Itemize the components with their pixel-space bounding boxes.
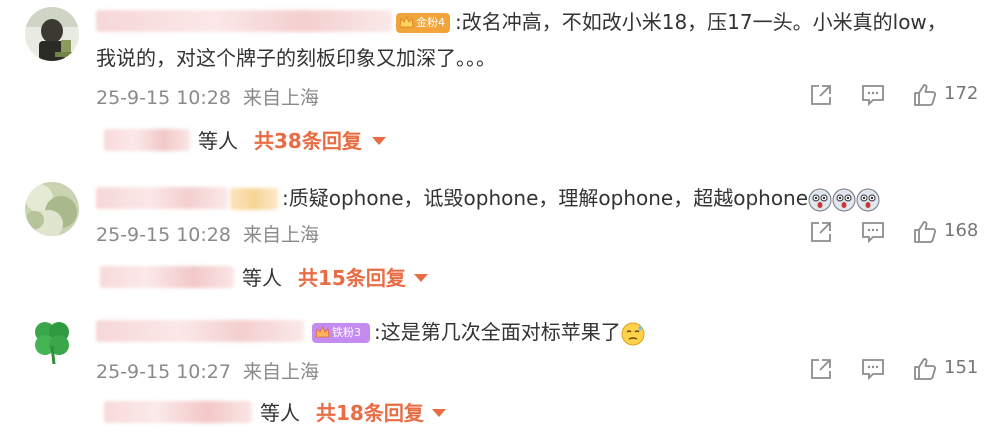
share-icon[interactable] (808, 356, 834, 382)
reply-summary[interactable]: 等人 共18条回复 (96, 397, 456, 427)
reply-usernames (104, 401, 252, 423)
like-count: 168 (944, 220, 979, 241)
like-count: 151 (944, 357, 979, 378)
fan-badge: 金粉4 (396, 13, 450, 33)
comment-text-continued: 我说的，对这个牌子的刻板印象又加深了。。。 (96, 46, 496, 70)
action-bar: 168 (808, 219, 998, 245)
reply-suffix: 等人 (260, 401, 300, 425)
reply-count-link[interactable]: 共38条回复 (254, 125, 362, 154)
action-bar: 172 (808, 82, 998, 108)
thumbs-up-icon[interactable] (912, 356, 938, 382)
comment-icon[interactable] (860, 356, 886, 382)
crown-icon (315, 326, 330, 338)
fan-badge: 铁粉3 (312, 323, 370, 343)
clover-avatar-image (25, 312, 79, 366)
fan-badge-label: 铁粉3 (332, 326, 361, 339)
username[interactable] (96, 187, 228, 209)
timestamp: 25-9-15 10:28 (96, 87, 231, 109)
comment-text: :改名冲高，不如改小米18，压17一头。小米真的low， (455, 10, 947, 34)
comment-item: 金粉4 :改名冲高，不如改小米18，压17一头。小米真的low， 我说的，对这个… (0, 0, 1000, 170)
reply-count-link[interactable]: 共15条回复 (298, 262, 406, 291)
avatar[interactable] (25, 312, 79, 366)
reply-summary[interactable]: 等人 共15条回复 (96, 262, 436, 292)
comment-meta: 25-9-15 10:28 来自上海 (96, 83, 319, 110)
comment-icon[interactable] (860, 82, 886, 108)
reply-usernames (104, 129, 190, 151)
comment-text: :这是第几次全面对标苹果了 (374, 316, 645, 349)
fan-badge-label: 金粉4 (416, 16, 445, 29)
comment-icon[interactable] (860, 219, 886, 245)
shocked-emoji-icon (856, 188, 880, 211)
reply-usernames (100, 266, 234, 288)
comment-item: 铁粉3 :这是第几次全面对标苹果了 25-9-15 10:27 来自上海 151… (0, 300, 1000, 439)
location: 来自上海 (243, 224, 320, 246)
comment-text: :质疑ophone，诋毁ophone，理解ophone，超越ophone (282, 182, 880, 215)
location: 来自上海 (243, 87, 320, 109)
like-count: 172 (944, 83, 979, 104)
timestamp: 25-9-15 10:27 (96, 361, 231, 383)
fan-badge-blurred (230, 188, 278, 210)
sweat-emoji-icon (621, 322, 645, 345)
shocked-emoji-icon (808, 188, 832, 211)
share-icon[interactable] (808, 219, 834, 245)
avatar-image (25, 7, 79, 61)
thumbs-up-icon[interactable] (912, 82, 938, 108)
username[interactable] (96, 10, 392, 32)
crown-icon (399, 16, 414, 28)
shocked-emoji-icon (832, 188, 856, 211)
comment-item: :质疑ophone，诋毁ophone，理解ophone，超越ophone 25-… (0, 170, 1000, 300)
timestamp: 25-9-15 10:28 (96, 224, 231, 246)
caret-down-icon[interactable] (372, 137, 386, 145)
caret-down-icon[interactable] (414, 274, 428, 282)
comment-meta: 25-9-15 10:28 来自上海 (96, 220, 319, 247)
avatar[interactable] (25, 7, 79, 61)
avatar-image (25, 182, 79, 236)
username[interactable] (96, 320, 304, 342)
location: 来自上海 (243, 361, 320, 383)
comment-text-content: :这是第几次全面对标苹果了 (374, 320, 621, 344)
action-bar: 151 (808, 356, 998, 382)
reply-suffix: 等人 (198, 129, 238, 153)
share-icon[interactable] (808, 82, 834, 108)
avatar[interactable] (25, 182, 79, 236)
reply-count-link[interactable]: 共18条回复 (316, 397, 424, 426)
reply-summary[interactable]: 等人 共38条回复 (96, 125, 416, 155)
caret-down-icon[interactable] (432, 409, 446, 417)
thumbs-up-icon[interactable] (912, 219, 938, 245)
comment-meta: 25-9-15 10:27 来自上海 (96, 357, 319, 384)
comment-text-content: :质疑ophone，诋毁ophone，理解ophone，超越ophone (282, 186, 809, 210)
reply-suffix: 等人 (242, 266, 282, 290)
